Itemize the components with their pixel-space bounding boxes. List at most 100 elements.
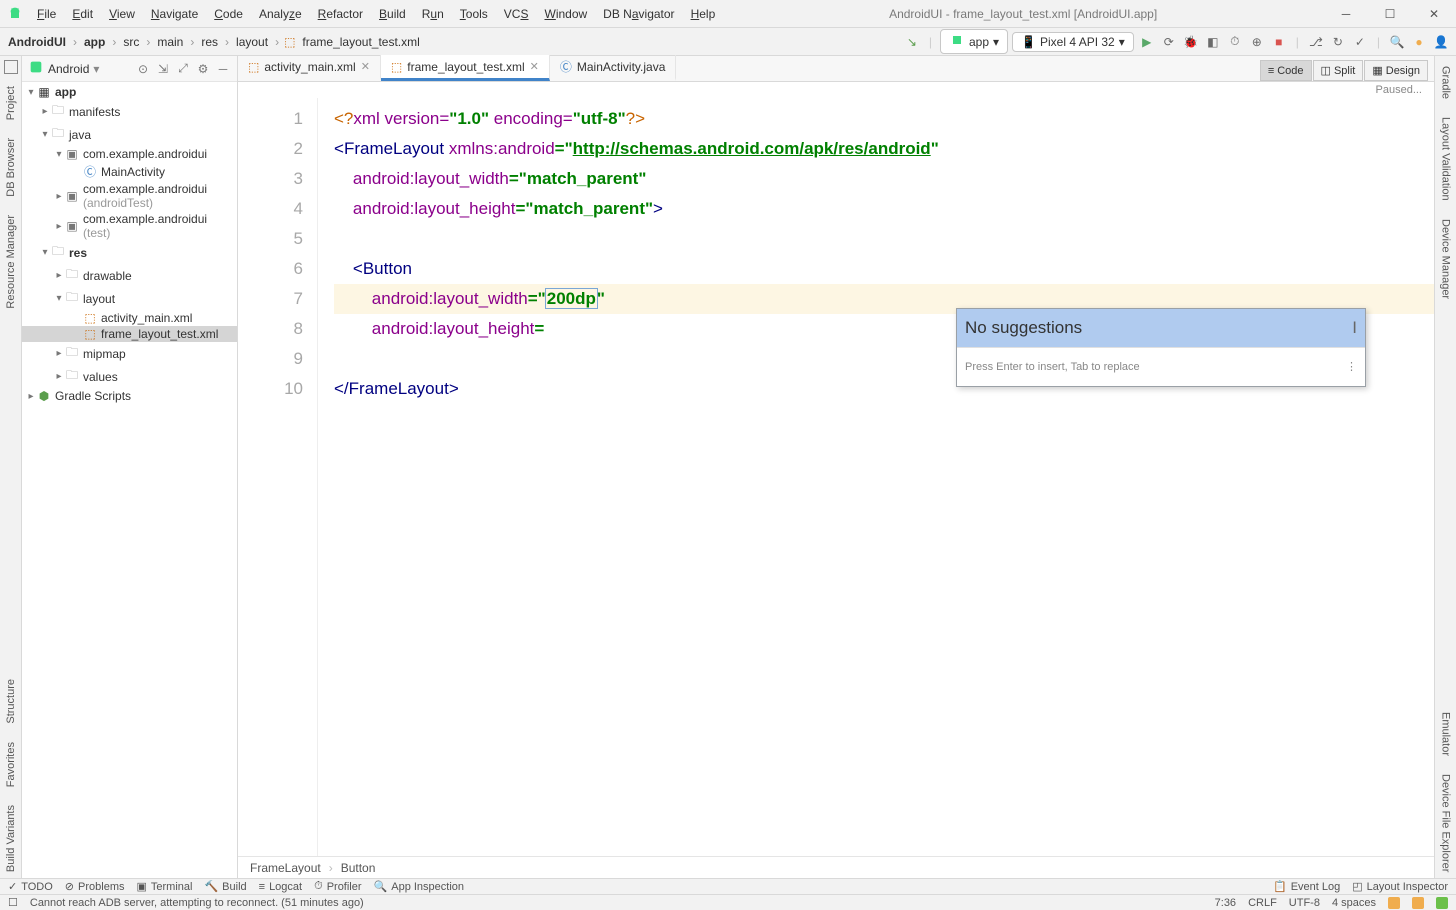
tab-frame-layout[interactable]: ⬚frame_layout_test.xml✕ <box>381 55 550 81</box>
bottom-build[interactable]: 🔨 Build <box>204 880 246 893</box>
minimize-button[interactable]: ─ <box>1324 0 1368 28</box>
view-mode-code[interactable]: ≡ Code <box>1260 60 1312 81</box>
tree-res[interactable]: ▾🗀res <box>22 241 237 264</box>
tool-project[interactable]: Project <box>3 80 19 126</box>
gear-icon[interactable]: ⚙ <box>195 61 211 77</box>
bottom-profiler[interactable]: ⏱ Profiler <box>314 880 361 893</box>
avatar-icon[interactable]: 👤 <box>1432 33 1450 51</box>
menu-vcs[interactable]: VCS <box>497 3 536 25</box>
menu-code[interactable]: Code <box>207 3 250 25</box>
crumb-src[interactable]: src <box>121 33 141 51</box>
coverage-icon[interactable]: ◧ <box>1204 33 1222 51</box>
crumb-layout[interactable]: layout <box>234 33 270 51</box>
tree-pkg-androidtest[interactable]: ▸▣com.example.androidui (androidTest) <box>22 181 237 211</box>
commit-icon[interactable]: ✓ <box>1351 33 1369 51</box>
attach-debugger-icon[interactable]: ⊕ <box>1248 33 1266 51</box>
tree-manifests[interactable]: ▸🗀manifests <box>22 100 237 123</box>
tab-activity-main[interactable]: ⬚activity_main.xml✕ <box>238 55 381 81</box>
tool-structure[interactable]: Structure <box>3 673 19 730</box>
tab-main-activity-java[interactable]: ⒸMainActivity.java <box>550 55 677 81</box>
crumb-module[interactable]: app <box>82 33 107 51</box>
bottom-terminal[interactable]: ▣ Terminal <box>136 880 192 893</box>
tree-gradle-scripts[interactable]: ▸⬢Gradle Scripts <box>22 388 237 404</box>
warning-indicator-icon[interactable] <box>1412 897 1424 909</box>
crumb-project[interactable]: AndroidUI <box>6 33 68 51</box>
tree-app-module[interactable]: ▾▦app <box>22 84 237 100</box>
tree-pkg-test[interactable]: ▸▣com.example.androidui (test) <box>22 211 237 241</box>
crumb-file[interactable]: frame_layout_test.xml <box>300 33 421 51</box>
crumb-main[interactable]: main <box>155 33 185 51</box>
run-config-selector[interactable]: app ▾ <box>940 29 1008 54</box>
menu-window[interactable]: Window <box>537 3 594 25</box>
menu-edit[interactable]: Edit <box>65 3 100 25</box>
popup-menu-icon[interactable]: ⋮ <box>1346 352 1357 382</box>
tree-layout[interactable]: ▾🗀layout <box>22 287 237 310</box>
menu-tools[interactable]: Tools <box>453 3 495 25</box>
warning-indicator-icon[interactable] <box>1388 897 1400 909</box>
tree-values[interactable]: ▸🗀values <box>22 365 237 388</box>
view-mode-design[interactable]: ▦ Design <box>1364 60 1428 81</box>
tool-db-browser[interactable]: DB Browser <box>3 132 19 203</box>
ready-indicator-icon[interactable] <box>1436 897 1448 909</box>
caret-position[interactable]: 7:36 <box>1215 897 1236 909</box>
view-mode-split[interactable]: ◫ Split <box>1313 60 1364 81</box>
bottom-todo[interactable]: ✓ TODO <box>8 880 53 893</box>
autocomplete-item[interactable]: No suggestionsI <box>957 309 1365 347</box>
line-separator[interactable]: CRLF <box>1248 897 1277 909</box>
locate-icon[interactable]: ⊙ <box>135 61 151 77</box>
menu-build[interactable]: Build <box>372 3 413 25</box>
tree-drawable[interactable]: ▸🗀drawable <box>22 264 237 287</box>
bottom-layout-inspector[interactable]: ◰ Layout Inspector <box>1352 880 1448 893</box>
tree-frame-layout-xml[interactable]: ⬚frame_layout_test.xml <box>22 326 237 342</box>
crumb-res[interactable]: res <box>199 33 220 51</box>
tool-build-variants[interactable]: Build Variants <box>3 799 19 878</box>
menu-refactor[interactable]: Refactor <box>311 3 370 25</box>
tree-main-activity[interactable]: ⒸMainActivity <box>22 162 237 181</box>
crumb-framelayout[interactable]: FrameLayout <box>250 861 321 875</box>
code-editor[interactable]: 12345678910 <?xml version="1.0" encoding… <box>238 98 1434 856</box>
menu-file[interactable]: File <box>30 3 63 25</box>
stop-icon[interactable]: ■ <box>1270 33 1288 51</box>
status-expand-icon[interactable]: ☐ <box>8 896 18 909</box>
hide-panel-icon[interactable]: ─ <box>215 61 231 77</box>
tool-favorites[interactable]: Favorites <box>3 736 19 793</box>
project-view-selector[interactable]: Android <box>48 62 89 76</box>
maximize-button[interactable]: ☐ <box>1368 0 1412 28</box>
menu-navigate[interactable]: Navigate <box>144 3 205 25</box>
tool-emulator[interactable]: Emulator <box>1438 706 1454 762</box>
device-selector[interactable]: 📱 Pixel 4 API 32 ▾ <box>1012 32 1134 52</box>
apply-changes-icon[interactable]: ⟳ <box>1160 33 1178 51</box>
close-icon[interactable]: ✕ <box>361 60 370 73</box>
tree-pkg-main[interactable]: ▾▣com.example.androidui <box>22 146 237 162</box>
profiler-icon[interactable]: ⏱ <box>1226 33 1244 51</box>
tool-device-file-explorer[interactable]: Device File Explorer <box>1438 768 1454 878</box>
update-icon[interactable]: ↻ <box>1329 33 1347 51</box>
bottom-problems[interactable]: ⊘ Problems <box>65 880 125 893</box>
ide-settings-icon[interactable]: ● <box>1410 33 1428 51</box>
close-button[interactable]: ✕ <box>1412 0 1456 28</box>
vcs-icon[interactable]: ⎇ <box>1307 33 1325 51</box>
tool-gradle[interactable]: Gradle <box>1438 60 1454 105</box>
bottom-app-inspection[interactable]: 🔍 App Inspection <box>374 880 464 893</box>
tree-java[interactable]: ▾🗀java <box>22 123 237 146</box>
bottom-logcat[interactable]: ≡ Logcat <box>259 881 302 893</box>
bottom-event-log[interactable]: 📋 Event Log <box>1273 880 1340 893</box>
search-icon[interactable]: 🔍 <box>1388 33 1406 51</box>
close-icon[interactable]: ✕ <box>530 60 539 73</box>
code-content[interactable]: <?xml version="1.0" encoding="utf-8"?> <… <box>318 98 1434 856</box>
run-icon[interactable]: ▶ <box>1138 33 1156 51</box>
tool-layout-validation[interactable]: Layout Validation <box>1438 111 1454 207</box>
debug-icon[interactable]: 🐞 <box>1182 33 1200 51</box>
expand-icon[interactable]: ⇲ <box>155 61 171 77</box>
indent-setting[interactable]: 4 spaces <box>1332 897 1376 909</box>
menu-run[interactable]: Run <box>415 3 451 25</box>
collapse-icon[interactable]: ⤢ <box>175 61 191 77</box>
file-encoding[interactable]: UTF-8 <box>1289 897 1320 909</box>
menu-dbnav[interactable]: DB Navigator <box>596 3 681 25</box>
project-structure-icon[interactable] <box>4 60 18 74</box>
tool-device-manager[interactable]: Device Manager <box>1438 213 1454 305</box>
tree-activity-main-xml[interactable]: ⬚activity_main.xml <box>22 310 237 326</box>
menu-view[interactable]: View <box>102 3 142 25</box>
crumb-button[interactable]: Button <box>341 861 376 875</box>
sync-icon[interactable]: ↘ <box>903 33 921 51</box>
